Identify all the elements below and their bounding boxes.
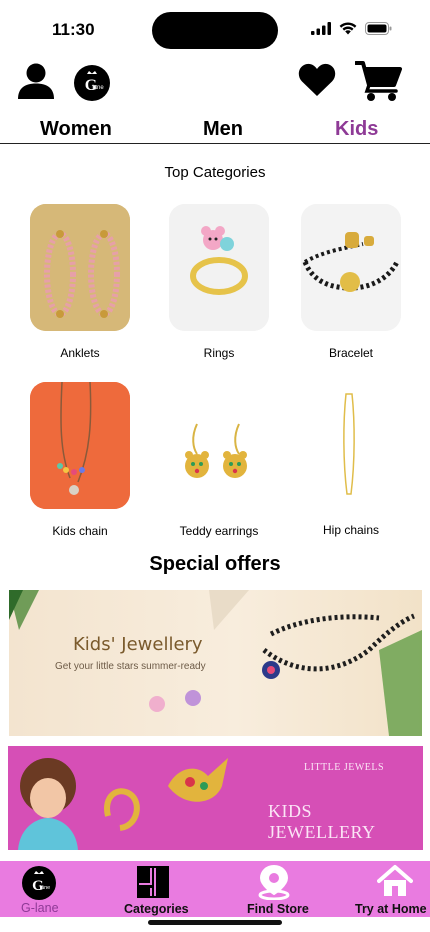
category-teddy-earrings[interactable]: Teddy earrings <box>169 382 269 538</box>
banner-line2: KIDS JEWELLERY <box>268 801 376 842</box>
glane-logo-icon[interactable]: G lane <box>74 65 110 101</box>
status-icons <box>311 22 392 35</box>
category-label: Anklets <box>60 346 100 360</box>
banner-line1: LITTLE JEWELS <box>304 762 385 773</box>
banner-subtitle: Get your little stars summer-ready <box>55 661 206 672</box>
app-header: G lane <box>0 58 430 104</box>
tab-kids[interactable]: Kids <box>335 118 378 141</box>
nav-find-store[interactable]: Find Store <box>238 861 318 917</box>
wifi-icon <box>339 22 357 35</box>
hip-chains-image <box>301 382 401 509</box>
kids-jewellery-banner[interactable]: Kids' Jewellery Get your little stars su… <box>9 590 422 736</box>
status-bar: 11:30 <box>0 0 430 56</box>
signal-icon <box>311 22 331 35</box>
category-label: Teddy earrings <box>179 524 259 538</box>
nav-label: Categories <box>124 902 189 916</box>
bracelet-image <box>301 204 401 331</box>
person-icon[interactable] <box>17 62 55 100</box>
category-rings[interactable]: Rings <box>169 204 269 360</box>
status-time: 11:30 <box>52 20 95 39</box>
category-label: Hip chains <box>322 523 380 537</box>
category-anklets[interactable]: Anklets <box>30 204 130 360</box>
bottom-navigation: G lane G-lane Categories Find Store Try … <box>0 861 430 917</box>
banner-title: Kids' Jewellery <box>73 634 203 655</box>
category-hip-chains[interactable]: Hip chains <box>301 382 401 537</box>
battery-icon <box>365 22 392 35</box>
nav-glane[interactable]: G lane G-lane <box>0 861 80 917</box>
little-jewels-banner[interactable]: LITTLE JEWELS KIDS JEWELLERY <box>8 746 423 850</box>
categories-icon <box>137 866 169 898</box>
nav-label: Try at Home <box>355 902 427 916</box>
svg-text:lane: lane <box>92 85 104 91</box>
category-label: Rings <box>203 346 235 360</box>
gender-tabs: Women Men Kids <box>0 116 430 144</box>
category-label: Kids chain <box>52 524 108 538</box>
special-offers-title: Special offers <box>149 553 281 575</box>
kids-chain-image <box>30 382 130 509</box>
cart-icon[interactable] <box>355 60 403 102</box>
category-bracelet[interactable]: Bracelet <box>301 204 401 360</box>
tab-women[interactable]: Women <box>40 118 112 141</box>
svg-text:lane: lane <box>40 885 50 891</box>
top-categories-title: Top Categories <box>164 164 266 181</box>
location-pin-icon <box>258 864 290 900</box>
dynamic-island <box>152 12 278 49</box>
nav-try-at-home[interactable]: Try at Home <box>348 861 430 917</box>
teddy-earrings-image <box>169 382 269 509</box>
heart-icon[interactable] <box>298 63 336 97</box>
tab-men[interactable]: Men <box>203 118 243 141</box>
home-icon <box>377 865 413 896</box>
nav-label: Find Store <box>247 902 309 916</box>
category-label: Bracelet <box>328 346 374 360</box>
home-indicator <box>148 920 282 925</box>
nav-label: G-lane <box>21 901 59 915</box>
glane-logo-icon: G lane <box>22 866 56 900</box>
rings-image <box>169 204 269 331</box>
anklets-image <box>30 204 130 331</box>
glane-logo-mark: G lane <box>32 871 50 894</box>
glane-logo-mark: G lane <box>85 71 104 94</box>
nav-categories[interactable]: Categories <box>110 861 200 917</box>
category-kids-chain[interactable]: Kids chain <box>30 382 130 538</box>
